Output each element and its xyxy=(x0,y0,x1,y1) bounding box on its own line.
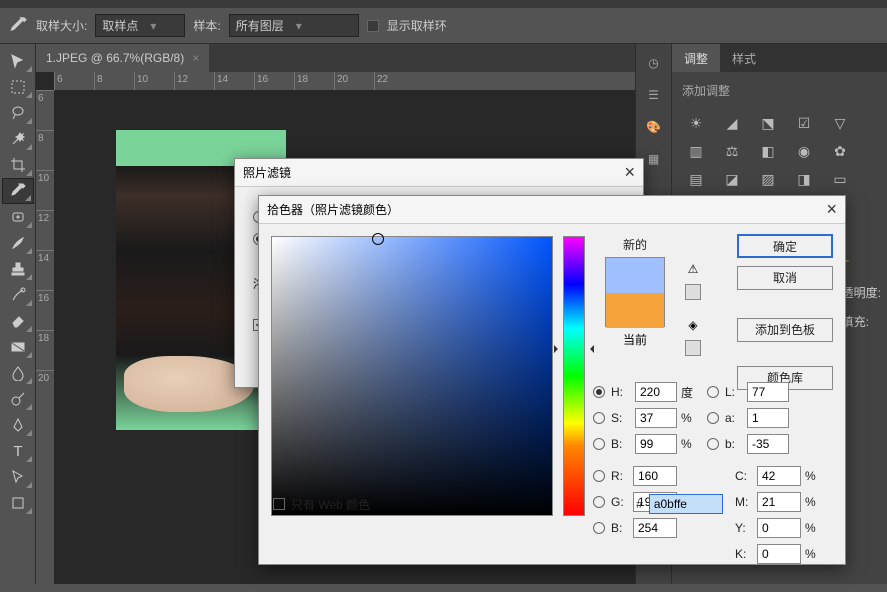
lab-b-radio[interactable] xyxy=(707,438,719,450)
mixer-icon[interactable]: ✿ xyxy=(830,143,850,159)
eyedropper-tool[interactable] xyxy=(2,178,34,204)
m-input[interactable] xyxy=(757,492,801,512)
sv-cursor[interactable] xyxy=(372,233,384,245)
brightness-icon[interactable]: ☀ xyxy=(686,115,706,131)
sample-mode-dropdown[interactable]: 所有图层 xyxy=(229,14,359,37)
a-radio[interactable] xyxy=(707,412,719,424)
photo-filter-icon[interactable]: ◉ xyxy=(794,143,814,159)
gradient-map-icon[interactable]: ▭ xyxy=(830,171,850,187)
dodge-tool[interactable] xyxy=(2,386,34,412)
add-adjustment-label: 添加调整 xyxy=(682,82,877,99)
k-input[interactable] xyxy=(757,544,801,564)
document-tab[interactable]: 1.JPEG @ 66.7%(RGB/8)× xyxy=(36,44,209,72)
blur-tool[interactable] xyxy=(2,360,34,386)
type-tool[interactable]: T xyxy=(2,438,34,464)
hue-icon[interactable]: ▥ xyxy=(686,143,706,159)
h-input[interactable] xyxy=(635,382,677,402)
photo-filter-title: 照片滤镜 xyxy=(243,164,291,181)
threshold-icon[interactable]: ◨ xyxy=(794,171,814,187)
close-icon[interactable]: × xyxy=(826,199,837,220)
opacity-label: 透明度: xyxy=(842,286,881,300)
crop-tool[interactable] xyxy=(2,152,34,178)
c-input[interactable] xyxy=(757,466,801,486)
brush-tool[interactable] xyxy=(2,230,34,256)
web-only-label: 只有 Web 颜色 xyxy=(291,496,370,513)
r-radio[interactable] xyxy=(593,470,605,482)
l-input[interactable] xyxy=(747,382,789,402)
rgb-b-radio[interactable] xyxy=(593,522,605,534)
cancel-button[interactable]: 取消 xyxy=(737,266,833,290)
shape-tool[interactable] xyxy=(2,490,34,516)
horizontal-ruler: 6810121416182022 xyxy=(54,72,635,90)
close-icon[interactable]: × xyxy=(192,51,199,65)
hue-slider[interactable] xyxy=(563,236,585,516)
palette-icon[interactable]: 🎨 xyxy=(643,116,665,138)
s-radio[interactable] xyxy=(593,412,605,424)
clock-icon[interactable]: ◷ xyxy=(643,52,665,74)
color-swatch xyxy=(605,257,665,327)
balance-icon[interactable]: ⚖ xyxy=(722,143,742,159)
sliders-icon[interactable]: ☰ xyxy=(643,84,665,106)
poster-icon[interactable]: ▨ xyxy=(758,171,778,187)
wand-tool[interactable] xyxy=(2,126,34,152)
invert-icon[interactable]: ◪ xyxy=(722,171,742,187)
b-radio[interactable] xyxy=(593,438,605,450)
path-select-tool[interactable] xyxy=(2,464,34,490)
eraser-tool[interactable] xyxy=(2,308,34,334)
marquee-tool[interactable] xyxy=(2,74,34,100)
l-radio[interactable] xyxy=(707,386,719,398)
vibrance-icon[interactable]: ▽ xyxy=(830,115,850,131)
hue-cursor[interactable] xyxy=(558,345,590,351)
lookup-icon[interactable]: ▤ xyxy=(686,171,706,187)
gradient-tool[interactable] xyxy=(2,334,34,360)
new-label: 新的 xyxy=(595,236,675,253)
toolbox: T xyxy=(0,44,36,584)
curves-icon[interactable]: ⬔ xyxy=(758,115,778,131)
ok-button[interactable]: 确定 xyxy=(737,234,833,258)
hex-input[interactable] xyxy=(649,494,723,514)
eyedropper-icon xyxy=(8,16,28,36)
y-input[interactable] xyxy=(757,518,801,538)
sample-size-dropdown[interactable]: 取样点 xyxy=(95,14,185,37)
sample-mode-label: 样本: xyxy=(193,17,220,34)
tab-styles[interactable]: 样式 xyxy=(720,44,768,72)
add-swatch-button[interactable]: 添加到色板 xyxy=(737,318,833,342)
sample-size-label: 取样大小: xyxy=(36,17,87,34)
color-picker-dialog: 拾色器（照片滤镜颜色） × 新的 当前 ⚠ ◈ 确定 取消 添加到色板 xyxy=(258,195,846,565)
grid-icon[interactable]: ▦ xyxy=(643,148,665,170)
gamut-swatch[interactable] xyxy=(685,284,701,300)
pen-tool[interactable] xyxy=(2,412,34,438)
levels-icon[interactable]: ◢ xyxy=(722,115,742,131)
r-input[interactable] xyxy=(633,466,677,486)
a-input[interactable] xyxy=(747,408,789,428)
gamut-warning-icon[interactable]: ⚠ xyxy=(688,262,699,276)
h-radio[interactable] xyxy=(593,386,605,398)
heal-tool[interactable] xyxy=(2,204,34,230)
tab-adjustments[interactable]: 调整 xyxy=(672,44,720,72)
close-icon[interactable]: × xyxy=(624,162,635,183)
rgb-b-input[interactable] xyxy=(633,518,677,538)
lasso-tool[interactable] xyxy=(2,100,34,126)
current-label: 当前 xyxy=(595,331,675,348)
vertical-ruler: 68101214161820 xyxy=(36,90,54,584)
lab-b-input[interactable] xyxy=(747,434,789,454)
saturation-value-field[interactable] xyxy=(271,236,553,516)
move-tool[interactable] xyxy=(2,48,34,74)
s-input[interactable] xyxy=(635,408,677,428)
bw-icon[interactable]: ◧ xyxy=(758,143,778,159)
show-ring-label: 显示取样环 xyxy=(387,17,447,34)
websafe-warning-icon[interactable]: ◈ xyxy=(688,318,697,332)
picker-title: 拾色器（照片滤镜颜色） xyxy=(267,201,399,218)
web-only-checkbox[interactable] xyxy=(273,498,285,510)
bv-input[interactable] xyxy=(635,434,677,454)
exposure-icon[interactable]: ☑ xyxy=(794,115,814,131)
history-brush-tool[interactable] xyxy=(2,282,34,308)
show-ring-checkbox[interactable] xyxy=(367,20,379,32)
websafe-swatch[interactable] xyxy=(685,340,701,356)
stamp-tool[interactable] xyxy=(2,256,34,282)
